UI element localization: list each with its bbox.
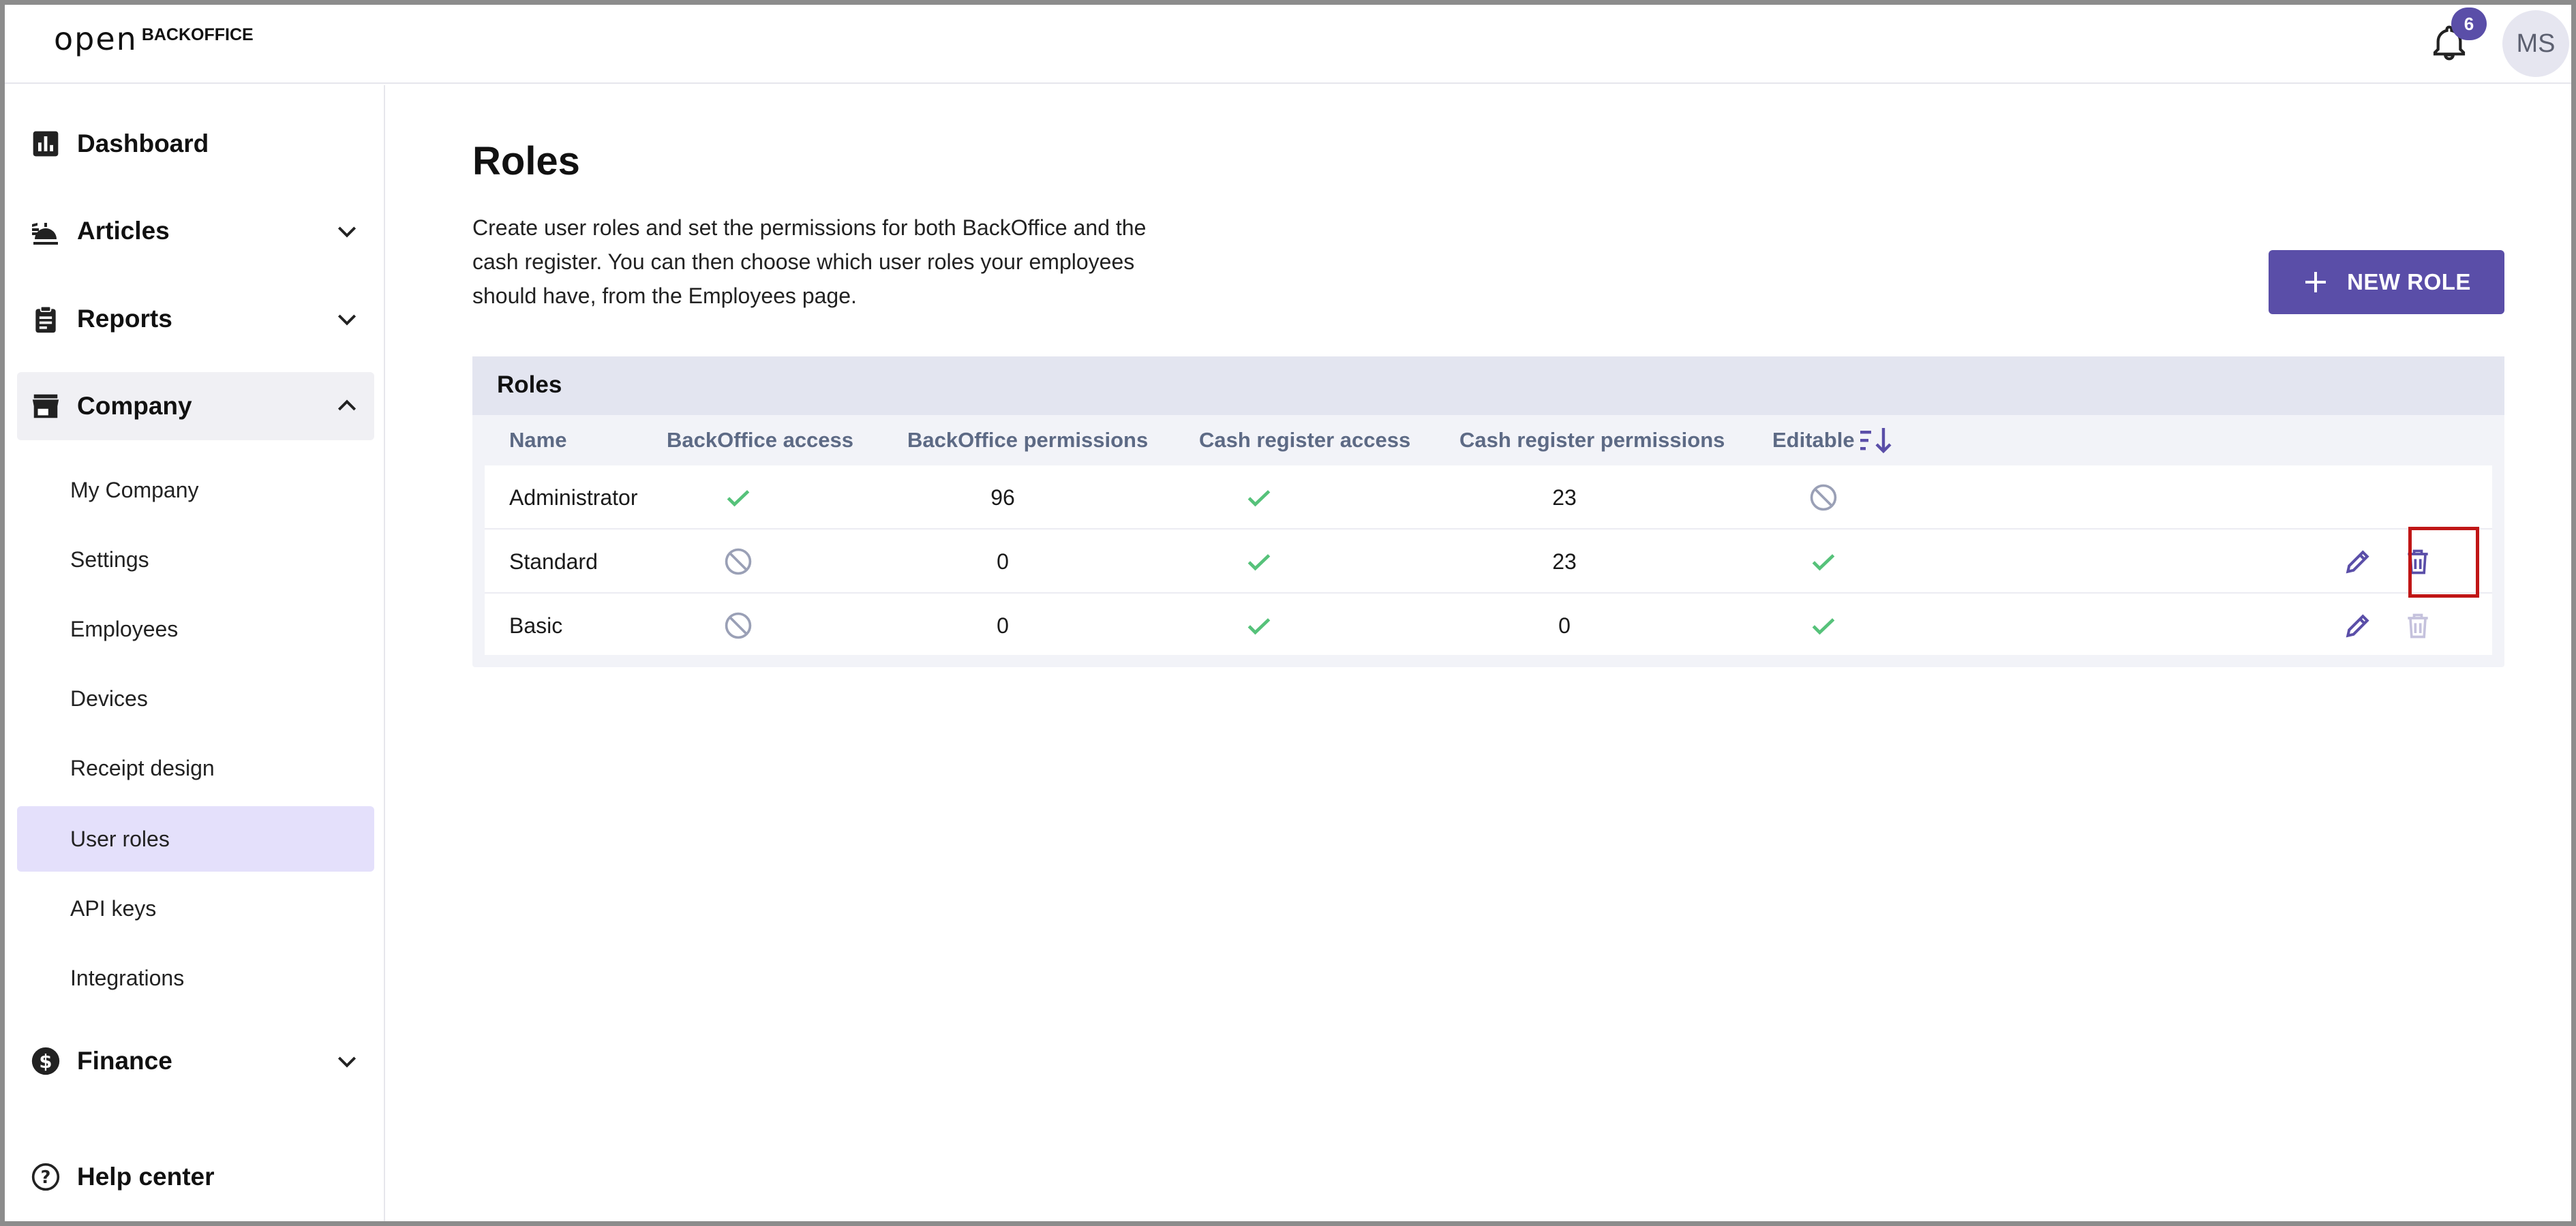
sidebar-subitem-label: API keys xyxy=(70,895,157,921)
sidebar-item-label: Dashboard xyxy=(77,129,209,157)
column-header-name[interactable]: Name xyxy=(509,428,566,453)
column-header-backoffice-access[interactable]: BackOffice access xyxy=(667,428,853,453)
plus-icon xyxy=(2302,269,2329,296)
logo-text: BACKOFFICE xyxy=(141,25,254,44)
main-content: Roles Create user roles and set the perm… xyxy=(387,85,2571,1221)
page-title: Roles xyxy=(472,139,580,183)
sidebar-subitem-label: Receipt design xyxy=(70,755,215,780)
sidebar-item-finance[interactable]: $ Finance xyxy=(17,1028,374,1094)
highlight-box xyxy=(2408,527,2479,598)
role-name: Basic xyxy=(509,613,563,638)
app-logo[interactable]: open BACKOFFICE xyxy=(54,20,254,61)
sidebar-subitem-label: Devices xyxy=(70,686,148,711)
check-icon xyxy=(1803,530,1844,594)
backoffice-permissions-value: 0 xyxy=(997,613,1009,638)
sidebar-subitem-receipt-design[interactable]: Receipt design xyxy=(17,735,374,801)
roles-table: Roles Name BackOffice access BackOffice … xyxy=(472,356,2504,667)
sidebar-item-dashboard[interactable]: Dashboard xyxy=(17,111,374,177)
new-role-button[interactable]: NEW ROLE xyxy=(2269,250,2504,314)
role-name: Administrator xyxy=(509,485,638,510)
backoffice-permissions-value: 0 xyxy=(997,549,1009,574)
table-title: Roles xyxy=(497,371,562,398)
sidebar-subitem-user-roles[interactable]: User roles xyxy=(17,806,374,872)
check-icon xyxy=(718,465,759,530)
sidebar-item-label: Company xyxy=(77,392,192,420)
column-header-backoffice-permissions[interactable]: BackOffice permissions xyxy=(907,428,1148,453)
check-icon xyxy=(1239,530,1279,594)
column-header-cash-register-permissions[interactable]: Cash register permissions xyxy=(1459,428,1725,453)
sidebar-item-articles[interactable]: Articles xyxy=(17,198,374,264)
role-name: Standard xyxy=(509,549,598,574)
sidebar-subitem-devices[interactable]: Devices xyxy=(17,666,374,731)
sort-descending-icon[interactable] xyxy=(1859,425,1894,456)
backoffice-permissions-value: 96 xyxy=(990,485,1015,510)
page-description: Create user roles and set the permission… xyxy=(472,215,1147,308)
top-header: open BACKOFFICE 6 MS xyxy=(5,5,2571,84)
sidebar-subitem-my-company[interactable]: My Company xyxy=(17,457,374,523)
sidebar-subitem-label: Settings xyxy=(70,547,149,572)
sidebar-item-help-center[interactable]: ? Help center xyxy=(17,1144,374,1210)
cash-register-permissions-value: 0 xyxy=(1558,613,1571,638)
svg-text:$: $ xyxy=(39,1051,52,1073)
sidebar-subitem-api-keys[interactable]: API keys xyxy=(17,876,374,941)
sidebar-subitem-settings[interactable]: Settings xyxy=(17,527,374,592)
chevron-up-icon xyxy=(333,393,361,420)
chevron-down-icon xyxy=(333,1047,361,1075)
sidebar-subitem-label: Employees xyxy=(70,616,179,641)
logo-mark: open xyxy=(54,20,138,57)
check-icon xyxy=(1239,594,1279,658)
articles-icon xyxy=(29,215,62,247)
table-title-bar: Roles xyxy=(472,356,2504,415)
sidebar-subitem-label: My Company xyxy=(70,477,199,502)
sidebar-item-label: Articles xyxy=(77,217,170,245)
check-icon xyxy=(1803,594,1844,658)
chevron-down-icon xyxy=(333,217,361,245)
trash-icon-disabled xyxy=(2399,594,2437,658)
blocked-icon xyxy=(718,594,759,658)
check-icon xyxy=(1239,465,1279,530)
column-header-cash-register-access[interactable]: Cash register access xyxy=(1199,428,1410,453)
svg-text:?: ? xyxy=(41,1167,51,1188)
blocked-icon xyxy=(718,530,759,594)
sidebar-item-company[interactable]: Company xyxy=(17,372,374,440)
column-header-editable[interactable]: Editable xyxy=(1772,428,1855,453)
sidebar: Dashboard Articles Reports Company My Co… xyxy=(5,85,385,1221)
table-row[interactable]: Standard 0 23 xyxy=(485,530,2492,594)
store-icon xyxy=(29,390,62,423)
sidebar-item-label: Help center xyxy=(77,1163,215,1191)
sidebar-subitem-label: User roles xyxy=(70,826,170,851)
notification-badge: 6 xyxy=(2451,7,2487,40)
cash-register-permissions-value: 23 xyxy=(1552,485,1577,510)
new-role-label: NEW ROLE xyxy=(2347,269,2471,294)
sidebar-subitem-integrations[interactable]: Integrations xyxy=(17,945,374,1011)
clipboard-icon xyxy=(29,303,62,335)
sidebar-item-label: Finance xyxy=(77,1047,172,1075)
table-row[interactable]: Administrator 96 23 xyxy=(485,465,2492,530)
app-window: open BACKOFFICE 6 MS Dashboard Articles xyxy=(0,0,2576,1226)
blocked-icon xyxy=(1803,465,1844,530)
cash-register-permissions-value: 23 xyxy=(1552,549,1577,574)
dashboard-icon xyxy=(29,127,62,160)
edit-pencil-icon[interactable] xyxy=(2339,594,2377,658)
table-row[interactable]: Basic 0 0 xyxy=(485,594,2492,658)
help-icon: ? xyxy=(29,1161,62,1193)
sidebar-item-reports[interactable]: Reports xyxy=(17,286,374,352)
table-body: Administrator 96 23 Standard 0 23 Basic … xyxy=(485,465,2492,655)
edit-pencil-icon[interactable] xyxy=(2339,530,2377,594)
user-avatar[interactable]: MS xyxy=(2502,10,2569,77)
sidebar-subitem-label: Integrations xyxy=(70,965,185,990)
sidebar-subitem-employees[interactable]: Employees xyxy=(17,596,374,662)
dollar-icon: $ xyxy=(29,1045,62,1077)
sidebar-item-label: Reports xyxy=(77,305,172,333)
chevron-down-icon xyxy=(333,305,361,333)
